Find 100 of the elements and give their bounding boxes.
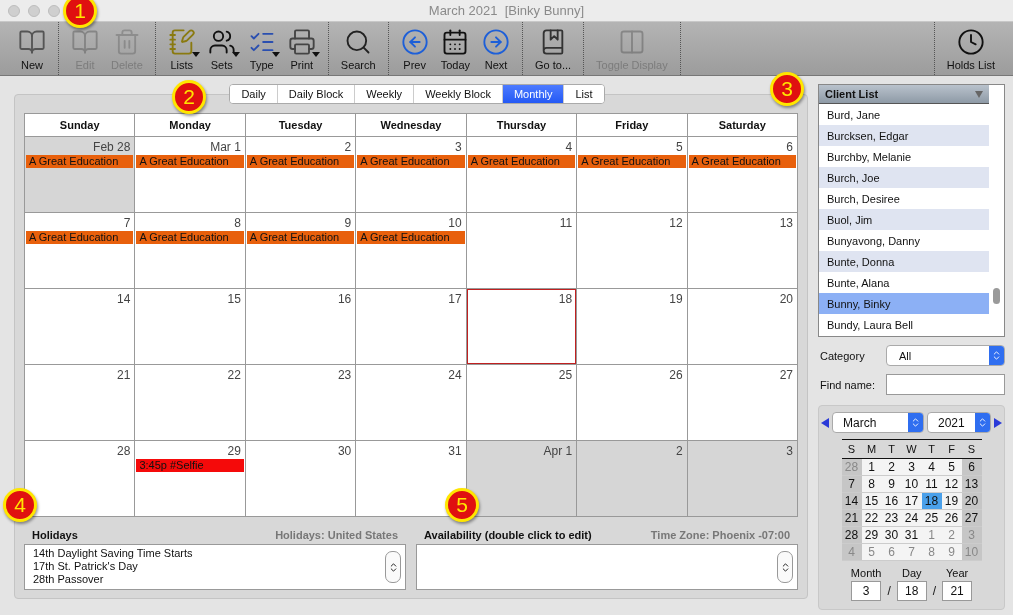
toolbar-button[interactable]: Holds List [940, 28, 1001, 75]
toolbar-button[interactable]: Print [281, 28, 322, 75]
toolbar-button[interactable]: Sets [201, 28, 242, 75]
event-bar[interactable]: A Great Education [136, 155, 244, 168]
category-select[interactable]: All [886, 345, 1005, 366]
client-row[interactable]: Bunny, Binky [819, 293, 989, 314]
day-cell[interactable]: 2 A Great Education [245, 137, 357, 213]
event-bar[interactable]: A Great Education [357, 155, 465, 168]
day-cell[interactable]: 13 [687, 213, 798, 289]
day-cell[interactable]: 14 [25, 289, 136, 365]
clock-icon [956, 28, 985, 56]
mini-day[interactable]: 21 [841, 510, 862, 527]
category-label: Category [820, 349, 866, 362]
find-name-field[interactable] [886, 374, 1005, 395]
day-cell[interactable]: 20 [687, 289, 798, 365]
day-cell[interactable]: 12 [577, 213, 688, 289]
year-select[interactable]: 2021 [927, 412, 991, 433]
weekday-header: Tuesday [245, 114, 357, 137]
month-select[interactable]: March [832, 412, 924, 433]
toolbar-button[interactable]: Type [241, 28, 282, 75]
next-icon[interactable] [994, 417, 1002, 428]
window-control[interactable] [8, 5, 20, 17]
day-cell[interactable]: 30 [245, 441, 357, 517]
sort-icon[interactable] [975, 90, 983, 98]
caret-icon[interactable] [191, 52, 200, 57]
date-field[interactable]: 21 [942, 581, 973, 601]
mini-day[interactable]: 7 [841, 476, 862, 493]
window-control[interactable] [48, 5, 60, 17]
day-cell[interactable]: 17 [356, 289, 467, 365]
day-cell[interactable]: 22 [135, 365, 246, 441]
day-cell[interactable]: Mar 1 A Great Education [135, 137, 246, 213]
day-cell[interactable]: 10 A Great Education [356, 213, 467, 289]
holidays-list[interactable]: 14th Daylight Saving Time Starts 17th St. Patrick's Day 28th Passover [24, 544, 406, 590]
day-cell[interactable]: Feb 28 A Great Education [25, 137, 136, 213]
scroll-stepper-icon[interactable] [385, 551, 401, 583]
availability-box[interactable] [416, 544, 798, 590]
event-bar[interactable]: A Great Education [246, 231, 355, 244]
window-control[interactable] [28, 5, 40, 17]
day-cell[interactable]: 21 [25, 365, 136, 441]
toolbar-button[interactable]: Next [476, 28, 516, 75]
caret-icon[interactable] [311, 52, 320, 57]
toolbar-button[interactable]: Today [434, 28, 476, 75]
event-bar[interactable]: 3:45p #Selfie [136, 459, 244, 472]
caret-icon[interactable] [231, 52, 240, 57]
day-cell[interactable]: 23 [245, 365, 357, 441]
event-bar[interactable]: A Great Education [688, 155, 796, 168]
day-number: Mar 1 [209, 139, 242, 154]
day-cell[interactable]: 26 [577, 365, 688, 441]
day-cell[interactable]: 29 3:45p #Selfie [135, 441, 246, 517]
day-cell[interactable]: 9 A Great Education [245, 213, 357, 289]
day-number: 19 [668, 291, 684, 306]
day-cell[interactable]: 2 [577, 441, 688, 517]
stepper-icon[interactable] [975, 413, 990, 432]
mini-day[interactable]: 14 [841, 493, 862, 510]
day-cell[interactable]: 7 A Great Education [25, 213, 136, 289]
day-cell[interactable]: 24 [356, 365, 467, 441]
people-icon [207, 28, 236, 56]
event-bar[interactable]: A Great Education [578, 155, 686, 168]
weekday-header: Sunday [25, 114, 136, 137]
day-cell[interactable]: 19 [577, 289, 688, 365]
toolbar-button[interactable]: Search [334, 28, 382, 75]
scroll-thumb[interactable] [993, 288, 1000, 304]
toolbar-button[interactable]: Go to... [529, 28, 578, 75]
toolbar-button[interactable]: Lists [161, 28, 202, 75]
event-bar[interactable]: A Great Education [136, 231, 244, 244]
client-row[interactable]: Buol, Jim [819, 209, 989, 230]
day-cell[interactable]: Apr 1 [466, 441, 578, 517]
day-cell[interactable]: 4 A Great Education [466, 137, 578, 213]
day-cell[interactable]: 8 A Great Education [135, 213, 246, 289]
day-cell[interactable]: 16 [245, 289, 357, 365]
client-row[interactable]: Burch, Joe [819, 167, 989, 188]
stepper-icon[interactable] [989, 346, 1004, 365]
date-field[interactable]: 3 [851, 581, 882, 601]
event-bar[interactable]: A Great Education [246, 155, 355, 168]
day-cell[interactable]: 3 A Great Education [356, 137, 467, 213]
day-cell[interactable]: 27 [687, 365, 798, 441]
day-cell[interactable]: 6 A Great Education [687, 137, 798, 213]
day-number: 10 [447, 215, 463, 230]
scroll-stepper-icon[interactable] [777, 551, 793, 583]
event-bar[interactable]: A Great Education [467, 155, 576, 168]
caret-icon[interactable] [271, 52, 280, 57]
toolbar-button[interactable]: New [12, 28, 52, 75]
event-bar[interactable]: A Great Education [357, 231, 465, 244]
day-cell[interactable]: 18 [466, 289, 578, 365]
toolbar-button[interactable]: Prev [394, 28, 435, 75]
day-cell[interactable]: 5 A Great Education [577, 137, 688, 213]
day-cell[interactable]: 25 [466, 365, 578, 441]
event-bar[interactable]: A Great Education [26, 155, 134, 168]
mini-day[interactable]: 28 [841, 527, 862, 544]
stepper-icon[interactable] [908, 413, 923, 432]
day-cell[interactable]: 15 [135, 289, 246, 365]
day-cell[interactable]: 3 [687, 441, 798, 517]
view-tab[interactable]: Daily [230, 85, 278, 103]
day-number: 13 [778, 215, 794, 230]
client-row[interactable]: Bunte, Donna [819, 251, 989, 272]
event-bar[interactable]: A Great Education [26, 231, 134, 244]
day-cell[interactable]: 11 [466, 213, 578, 289]
view-tab[interactable]: Monthly [502, 85, 565, 103]
date-field[interactable]: 18 [896, 581, 927, 601]
client-row[interactable]: Burcksen, Edgar [819, 125, 989, 146]
